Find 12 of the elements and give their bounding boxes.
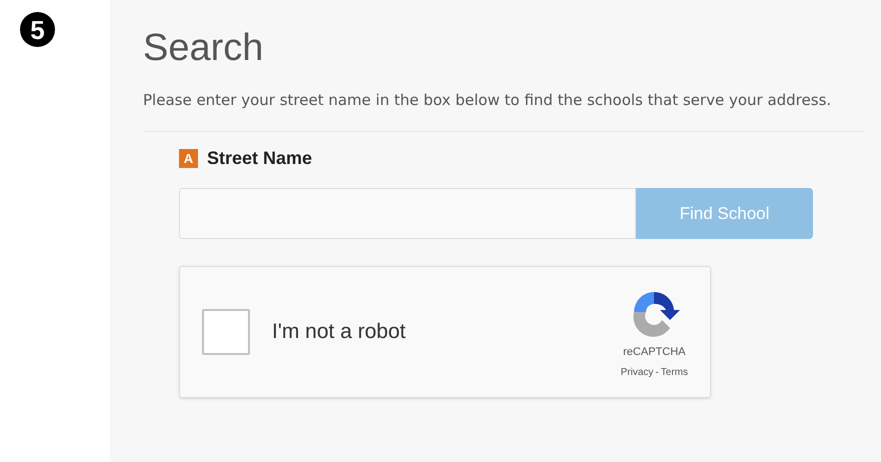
captcha-label: I'm not a robot: [272, 319, 407, 346]
field-label: Street Name: [207, 147, 312, 170]
captcha-checkbox[interactable]: [202, 309, 250, 355]
page-title: Search: [143, 26, 264, 71]
step-number: 5: [20, 12, 55, 47]
captcha-brand: reCAPTCHA: [623, 345, 686, 360]
street-name-field[interactable]: [179, 188, 636, 239]
search-instructions: Please enter your street name in the box below to find the schools that serve your address.: [143, 92, 832, 109]
privacy-link[interactable]: Privacy: [620, 364, 654, 380]
terms-link[interactable]: Terms: [660, 364, 688, 380]
field-badge: A: [179, 149, 198, 168]
link-separator: -: [655, 366, 659, 380]
